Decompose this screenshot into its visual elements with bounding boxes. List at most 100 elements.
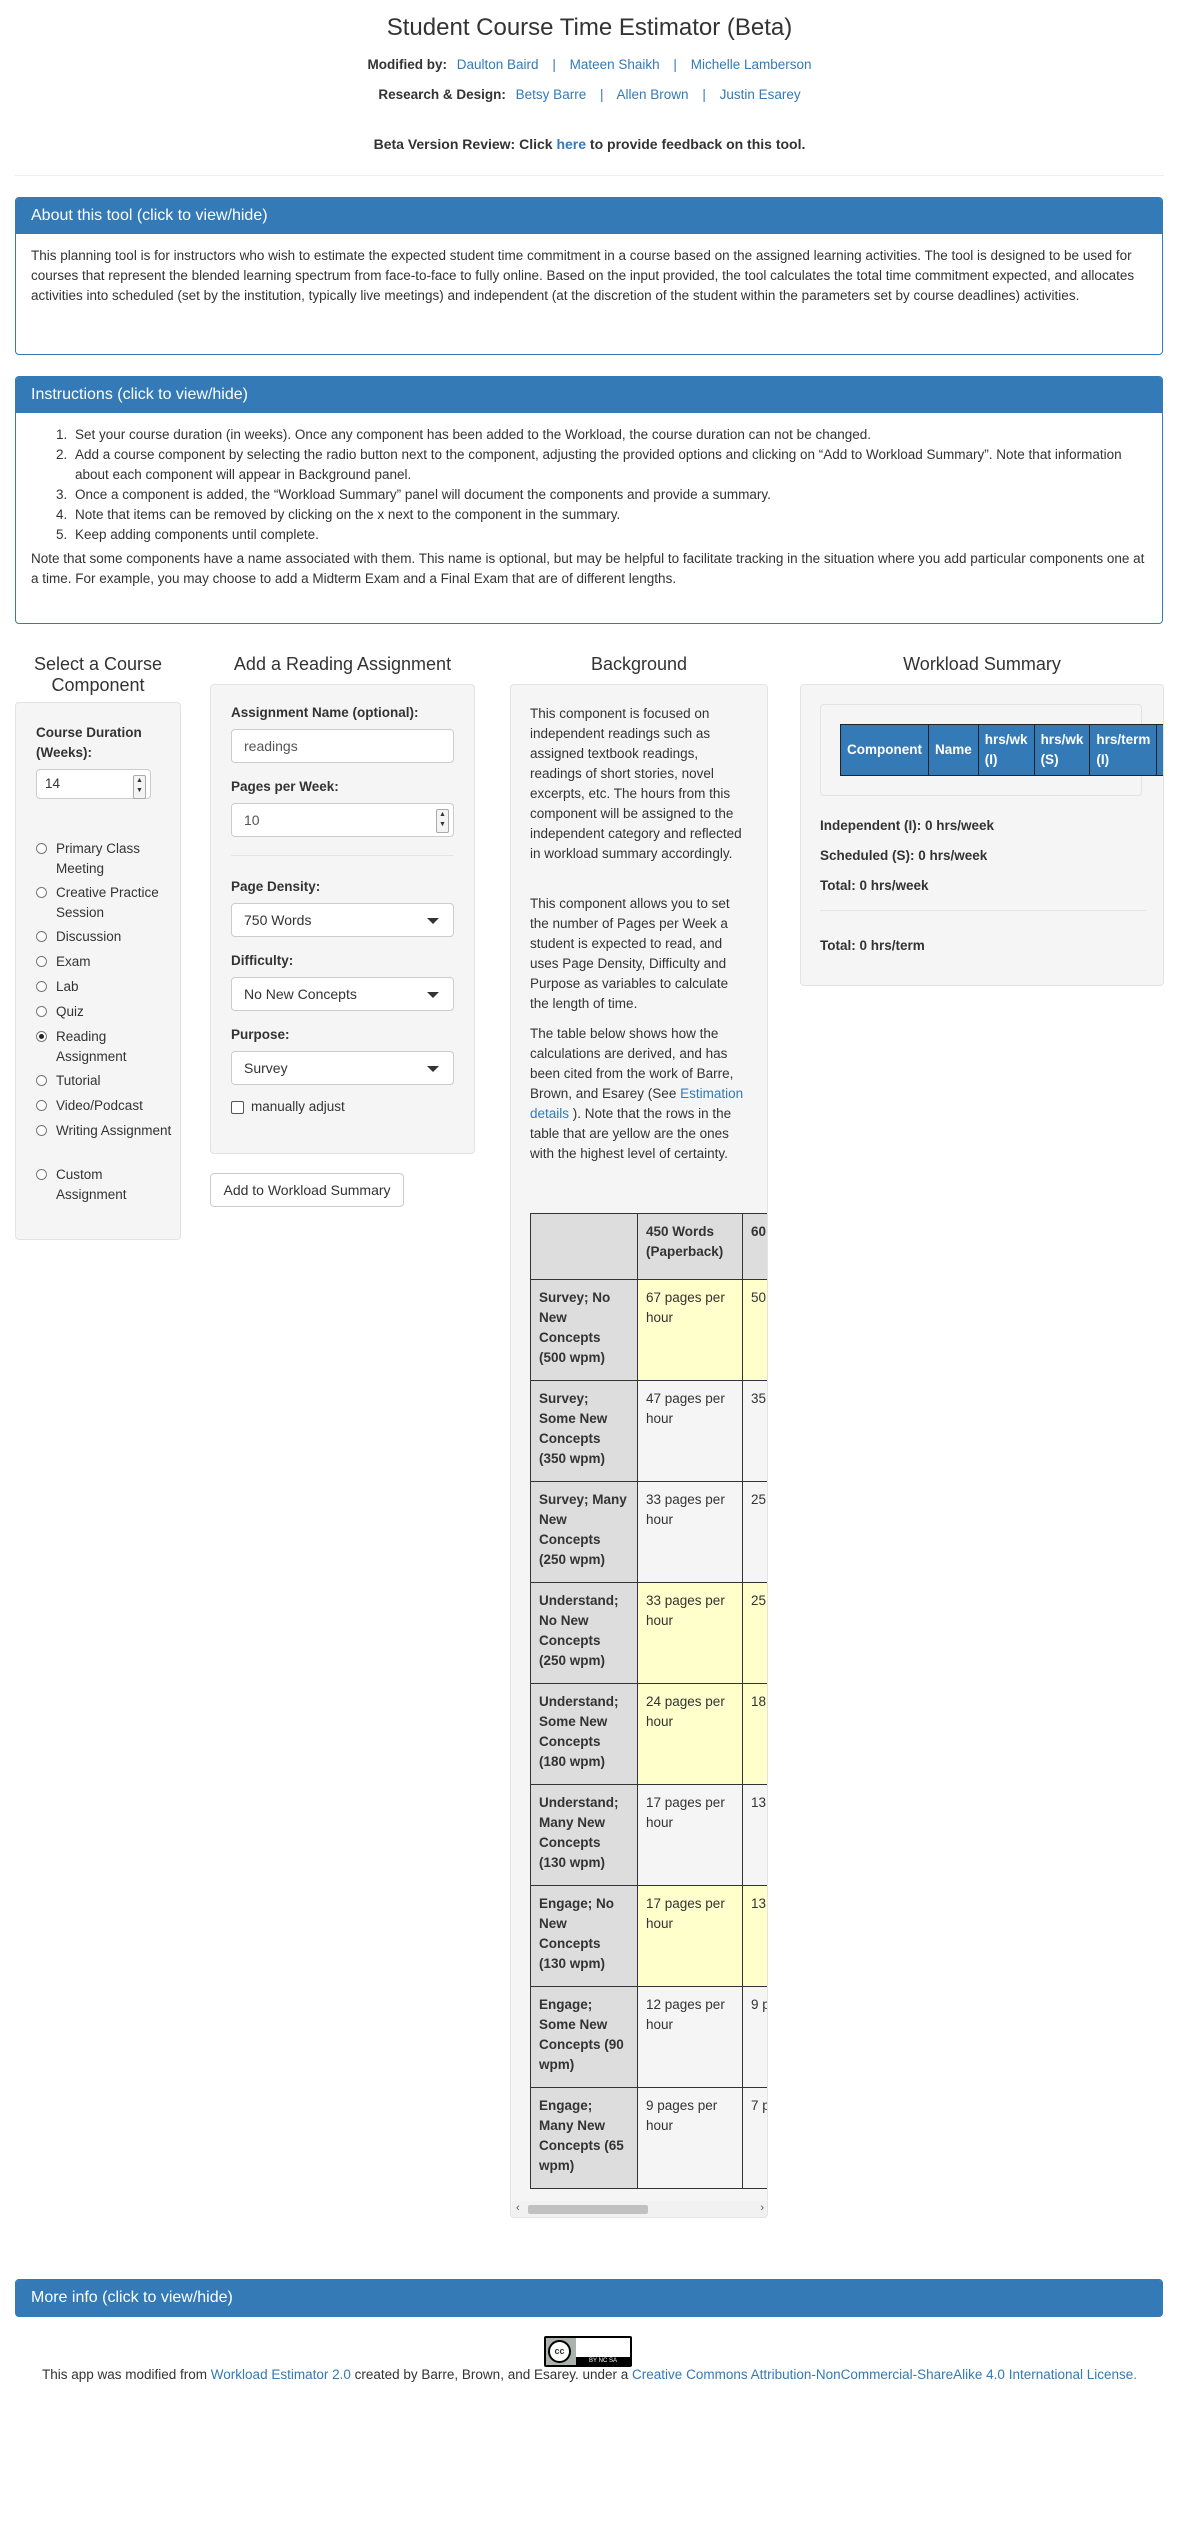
beta-prefix: Beta Version Review: Click [373, 136, 553, 152]
table-cell: 24 pages per hour [637, 1683, 743, 1785]
radio-button[interactable] [36, 981, 47, 992]
instruction-step: Add a course component by selecting the … [71, 445, 1147, 485]
assignment-name-input[interactable]: readings [231, 729, 454, 763]
radio-button[interactable] [36, 1169, 47, 1180]
author-link-3[interactable]: Michelle Lamberson [691, 57, 812, 72]
radio-label: Video/Podcast [56, 1098, 143, 1113]
scroll-left-icon[interactable]: ‹ [516, 2202, 520, 2214]
table-row: Engage; Some New Concepts (90 wpm) 12 pa… [530, 1986, 767, 2088]
manual-adjust-label: manually adjust [251, 1099, 345, 1114]
table-row: Understand; No New Concepts (250 wpm) 33… [530, 1582, 767, 1684]
scheduled-hours: Scheduled (S): 0 hrs/week [820, 848, 988, 863]
table-header-cell: 60… (M… [742, 1213, 767, 1280]
table-row-label: Understand; Many New Concepts (130 wpm) [530, 1784, 638, 1886]
radio-label: Writing Assignment [56, 1123, 172, 1138]
divider [820, 910, 1146, 911]
research-label: Research & Design: [378, 87, 506, 102]
table-row-label: Survey; Some New Concepts (350 wpm) [530, 1380, 638, 1482]
table-cell: 50 ho [742, 1279, 767, 1381]
researcher-link-3[interactable]: Justin Esarey [720, 87, 801, 102]
manual-adjust-checkbox[interactable] [231, 1101, 244, 1114]
instruction-step: Keep adding components until complete. [71, 525, 1147, 545]
instructions-panel-toggle[interactable]: Instructions (click to view/hide) [16, 377, 1162, 413]
table-row: Survey; No New Concepts (500 wpm) 67 pag… [530, 1279, 767, 1381]
chevron-down-icon [427, 992, 439, 998]
table-scroll-area[interactable]: 450 Words (Paperback) 60… (M… Survey; No… [530, 1213, 767, 2195]
total-hours-term: Total: 0 hrs/term [820, 938, 925, 953]
more-info-panel-toggle[interactable]: More info (click to view/hide) [16, 2280, 1162, 2316]
author-link-2[interactable]: Mateen Shaikh [570, 57, 660, 72]
radio-button[interactable] [36, 1075, 47, 1086]
table-cell: 33 pages per hour [637, 1481, 743, 1583]
about-panel: About this tool (click to view/hide) Thi… [15, 197, 1163, 355]
radio-button[interactable] [36, 1006, 47, 1017]
radio-button[interactable] [36, 956, 47, 967]
radio-label: Primary Class Meeting [56, 841, 141, 876]
more-info-panel: More info (click to view/hide) [15, 2279, 1163, 2317]
summary-header-row: Component Name hrs/wk (I) hrs/wk (S) hrs… [840, 724, 1163, 776]
feedback-link[interactable]: here [556, 136, 586, 152]
table-row-label: Understand; Some New Concepts (180 wpm) [530, 1683, 638, 1785]
radio-button-selected[interactable] [36, 1031, 47, 1042]
summary-header-cell: Component [840, 724, 929, 776]
duration-value: 14 [45, 776, 61, 791]
radio-label: Exam [56, 954, 91, 969]
instructions-list: Set your course duration (in weeks). Onc… [31, 425, 1147, 545]
workload-estimator-link[interactable]: Workload Estimator 2.0 [211, 2367, 351, 2382]
difficulty-select[interactable]: No New Concepts [231, 977, 454, 1011]
table-row: Survey; Some New Concepts (350 wpm) 47 p… [530, 1380, 767, 1482]
difficulty-label: Difficulty: [231, 953, 294, 968]
radio-button[interactable] [36, 1100, 47, 1111]
reading-speed-table: 450 Words (Paperback) 60… (M… Survey; No… [530, 1213, 767, 2189]
radio-button[interactable] [36, 843, 47, 854]
instruction-step: Note that items can be removed by clicki… [71, 505, 1147, 525]
pages-stepper[interactable]: ▲ ▼ [436, 809, 449, 833]
workload-summary-well: Component Name hrs/wk (I) hrs/wk (S) hrs… [800, 684, 1164, 986]
workload-summary-title: Workload Summary [903, 654, 1061, 674]
horizontal-scrollbar[interactable]: ‹ › [512, 2201, 767, 2217]
divider [231, 855, 454, 856]
table-row-label: Engage; Many New Concepts (65 wpm) [530, 2087, 638, 2189]
pages-per-week-input[interactable]: 10 ▲ ▼ [231, 803, 454, 837]
radio-button[interactable] [36, 1125, 47, 1136]
table-cell: 35 ho [742, 1380, 767, 1482]
table-cell: 9 pages per hour [637, 2087, 743, 2189]
purpose-select[interactable]: Survey [231, 1051, 454, 1085]
table-cell: 13 ho [742, 1784, 767, 1886]
creative-commons-badge[interactable]: cc BY NC SA [544, 2336, 632, 2367]
summary-header-cell: hrs/wk (I) [977, 724, 1035, 776]
radio-button[interactable] [36, 931, 47, 942]
footer-prefix: This app was modified from [41, 2367, 208, 2382]
purpose-label: Purpose: [231, 1027, 290, 1042]
table-row-label: Survey; No New Concepts (500 wpm) [530, 1279, 638, 1381]
scroll-right-icon[interactable]: › [760, 2202, 764, 2214]
researcher-link-1[interactable]: Betsy Barre [516, 87, 587, 102]
author-link-1[interactable]: Daulton Baird [457, 57, 539, 72]
radio-button[interactable] [36, 887, 47, 898]
purpose-value: Survey [244, 1060, 288, 1076]
difficulty-value: No New Concepts [244, 986, 357, 1002]
beta-review-row: Beta Version Review: Click here to provi… [0, 136, 1179, 152]
scrollbar-thumb[interactable] [528, 2205, 648, 2214]
summary-header-cell: hrs/term (I) [1089, 724, 1158, 776]
about-panel-toggle[interactable]: About this tool (click to view/hide) [16, 198, 1162, 234]
modified-by-row: Modified by: Daulton Baird | Mateen Shai… [0, 57, 1179, 72]
background-paragraph-1: This component is focused on independent… [530, 706, 742, 861]
table-cell: 25 ho [742, 1582, 767, 1684]
researcher-link-2[interactable]: Allen Brown [617, 87, 689, 102]
table-row: Engage; Many New Concepts (65 wpm) 9 pag… [530, 2087, 767, 2189]
radio-label: Discussion [56, 929, 122, 944]
assignment-name-value: readings [244, 738, 298, 754]
radio-label: Tutorial [56, 1073, 101, 1088]
background-paragraph-3: The table below shows how the calculatio… [530, 1024, 750, 1164]
table-cell: 33 pages per hour [637, 1582, 743, 1684]
table-cell: 17 pages per hour [637, 1784, 743, 1886]
cc-icon: cc [548, 2340, 571, 2363]
add-to-workload-button[interactable]: Add to Workload Summary [210, 1173, 404, 1207]
duration-input[interactable]: 14 ▲ ▼ [36, 769, 151, 799]
duration-stepper[interactable]: ▲ ▼ [133, 775, 146, 799]
page-density-select[interactable]: 750 Words [231, 903, 454, 937]
radio-label: Lab [56, 979, 79, 994]
license-link[interactable]: Creative Commons Attribution-NonCommerci… [632, 2367, 1137, 2382]
pages-per-week-label: Pages per Week: [231, 779, 339, 794]
